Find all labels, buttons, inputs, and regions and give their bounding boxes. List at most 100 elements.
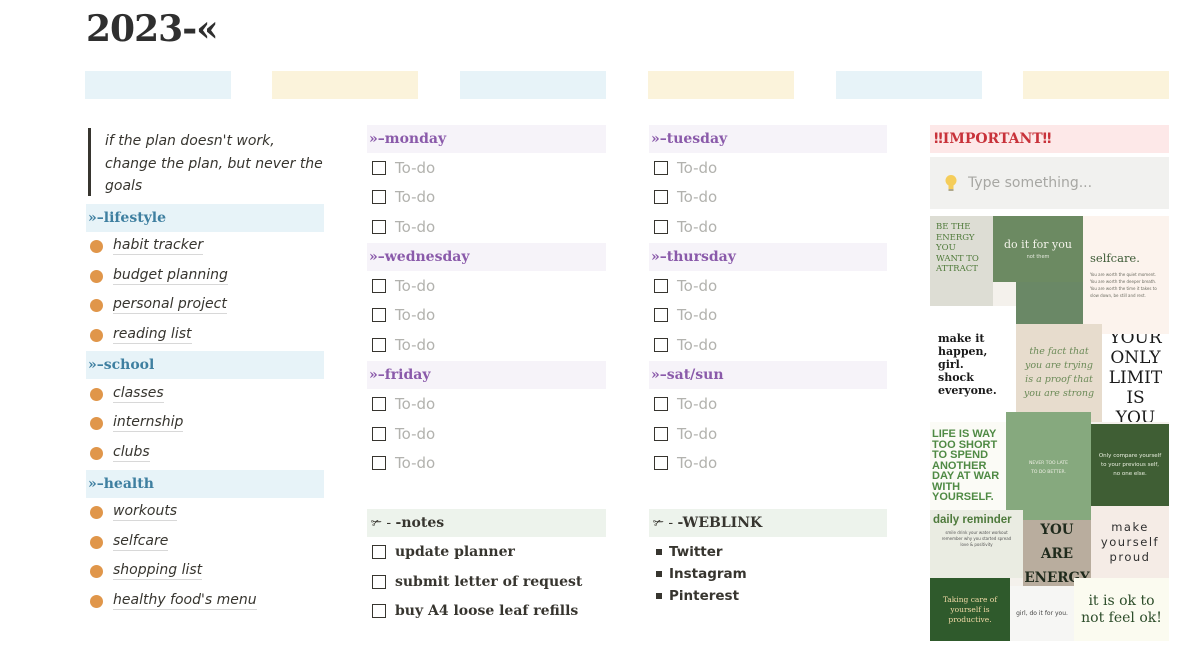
todo-placeholder[interactable]: To-do (395, 425, 435, 443)
todo-item[interactable]: To-do (372, 216, 435, 238)
list-item-label[interactable]: workouts (113, 503, 178, 521)
section-header-lifestyle[interactable]: »–lifestyle (86, 204, 324, 232)
todo-checkbox[interactable] (654, 456, 668, 470)
todo-placeholder[interactable]: To-do (677, 277, 717, 295)
todo-placeholder[interactable]: To-do (395, 277, 435, 295)
list-item[interactable]: internship (90, 412, 184, 434)
list-item-label[interactable]: reading list (113, 326, 192, 344)
todo-placeholder[interactable]: To-do (677, 188, 717, 206)
todo-item[interactable]: To-do (372, 186, 435, 208)
section-header-health[interactable]: »–health (86, 470, 324, 498)
note-checkbox[interactable] (372, 575, 386, 589)
weblink-item-twitter[interactable]: Twitter (656, 542, 723, 562)
list-item[interactable]: selfcare (90, 531, 169, 553)
note-text[interactable]: submit letter of request (395, 574, 582, 590)
todo-item[interactable]: To-do (372, 393, 435, 415)
todo-checkbox[interactable] (372, 427, 386, 441)
list-item[interactable]: habit tracker (90, 235, 204, 257)
todo-item[interactable]: To-do (654, 304, 717, 326)
section-header-school[interactable]: »–school (86, 351, 324, 379)
list-item[interactable]: healthy food's menu (90, 590, 257, 612)
todo-checkbox[interactable] (654, 308, 668, 322)
todo-item[interactable]: To-do (654, 186, 717, 208)
day-header-friday[interactable]: »–friday (367, 361, 606, 389)
important-input[interactable] (968, 175, 1158, 191)
todo-item[interactable]: To-do (654, 452, 717, 474)
note-item[interactable]: submit letter of request (372, 571, 582, 593)
day-header-monday[interactable]: »–monday (367, 125, 606, 153)
todo-item[interactable]: To-do (654, 334, 717, 356)
todo-item[interactable]: To-do (654, 216, 717, 238)
todo-checkbox[interactable] (654, 397, 668, 411)
todo-item[interactable]: To-do (372, 423, 435, 445)
list-item[interactable]: clubs (90, 442, 150, 464)
day-header-sat-sun[interactable]: »–sat/sun (649, 361, 887, 389)
list-item[interactable]: reading list (90, 324, 192, 346)
todo-checkbox[interactable] (372, 279, 386, 293)
todo-checkbox[interactable] (372, 456, 386, 470)
list-item-label[interactable]: habit tracker (113, 237, 204, 255)
list-item[interactable]: budget planning (90, 265, 228, 287)
todo-item[interactable]: To-do (372, 334, 435, 356)
weblink-label[interactable]: Instagram (669, 566, 747, 582)
todo-checkbox[interactable] (372, 190, 386, 204)
todo-item[interactable]: To-do (372, 304, 435, 326)
todo-checkbox[interactable] (372, 308, 386, 322)
note-text[interactable]: buy A4 loose leaf refills (395, 603, 578, 619)
todo-checkbox[interactable] (372, 161, 386, 175)
list-item[interactable]: personal project (90, 294, 227, 316)
list-item-label[interactable]: selfcare (113, 533, 169, 551)
todo-checkbox[interactable] (654, 220, 668, 234)
list-item[interactable]: classes (90, 383, 164, 405)
todo-checkbox[interactable] (372, 220, 386, 234)
todo-item[interactable]: To-do (654, 393, 717, 415)
todo-item[interactable]: To-do (372, 452, 435, 474)
list-item[interactable]: workouts (90, 501, 178, 523)
todo-item[interactable]: To-do (372, 275, 435, 297)
todo-placeholder[interactable]: To-do (395, 188, 435, 206)
weblink-label[interactable]: Pinterest (669, 588, 739, 604)
note-checkbox[interactable] (372, 545, 386, 559)
weblink-label[interactable]: Twitter (669, 544, 723, 560)
note-checkbox[interactable] (372, 604, 386, 618)
todo-placeholder[interactable]: To-do (677, 159, 717, 177)
todo-placeholder[interactable]: To-do (677, 306, 717, 324)
list-item-label[interactable]: budget planning (113, 267, 228, 285)
weblink-item-instagram[interactable]: Instagram (656, 564, 747, 584)
important-input-wrapper[interactable] (930, 157, 1169, 209)
todo-item[interactable]: To-do (372, 157, 435, 179)
weblink-item-pinterest[interactable]: Pinterest (656, 586, 739, 606)
day-header-wednesday[interactable]: »–wednesday (367, 243, 606, 271)
list-item-label[interactable]: clubs (113, 444, 150, 462)
list-item-label[interactable]: shopping list (113, 562, 203, 580)
todo-checkbox[interactable] (654, 161, 668, 175)
todo-checkbox[interactable] (372, 397, 386, 411)
list-item[interactable]: shopping list (90, 560, 203, 582)
todo-item[interactable]: To-do (654, 423, 717, 445)
note-text[interactable]: update planner (395, 544, 515, 560)
todo-placeholder[interactable]: To-do (395, 395, 435, 413)
list-item-label[interactable]: healthy food's menu (113, 592, 257, 610)
todo-item[interactable]: To-do (654, 275, 717, 297)
todo-placeholder[interactable]: To-do (677, 395, 717, 413)
todo-placeholder[interactable]: To-do (395, 454, 435, 472)
todo-placeholder[interactable]: To-do (395, 159, 435, 177)
todo-placeholder[interactable]: To-do (677, 218, 717, 236)
todo-placeholder[interactable]: To-do (395, 218, 435, 236)
notes-header[interactable]: ✃ - -notes (367, 509, 606, 537)
weblink-header[interactable]: ✃ - -WEBLINK (649, 509, 887, 537)
day-header-thursday[interactable]: »–thursday (649, 243, 887, 271)
day-header-tuesday[interactable]: »–tuesday (649, 125, 887, 153)
todo-placeholder[interactable]: To-do (395, 306, 435, 324)
todo-checkbox[interactable] (654, 427, 668, 441)
todo-placeholder[interactable]: To-do (677, 425, 717, 443)
todo-checkbox[interactable] (654, 190, 668, 204)
list-item-label[interactable]: internship (113, 414, 184, 432)
note-item[interactable]: update planner (372, 541, 515, 563)
todo-checkbox[interactable] (654, 279, 668, 293)
important-header[interactable]: ‼IMPORTANT‼ (930, 125, 1169, 153)
note-item[interactable]: buy A4 loose leaf refills (372, 600, 578, 622)
list-item-label[interactable]: classes (113, 385, 164, 403)
todo-placeholder[interactable]: To-do (677, 454, 717, 472)
list-item-label[interactable]: personal project (113, 296, 227, 314)
